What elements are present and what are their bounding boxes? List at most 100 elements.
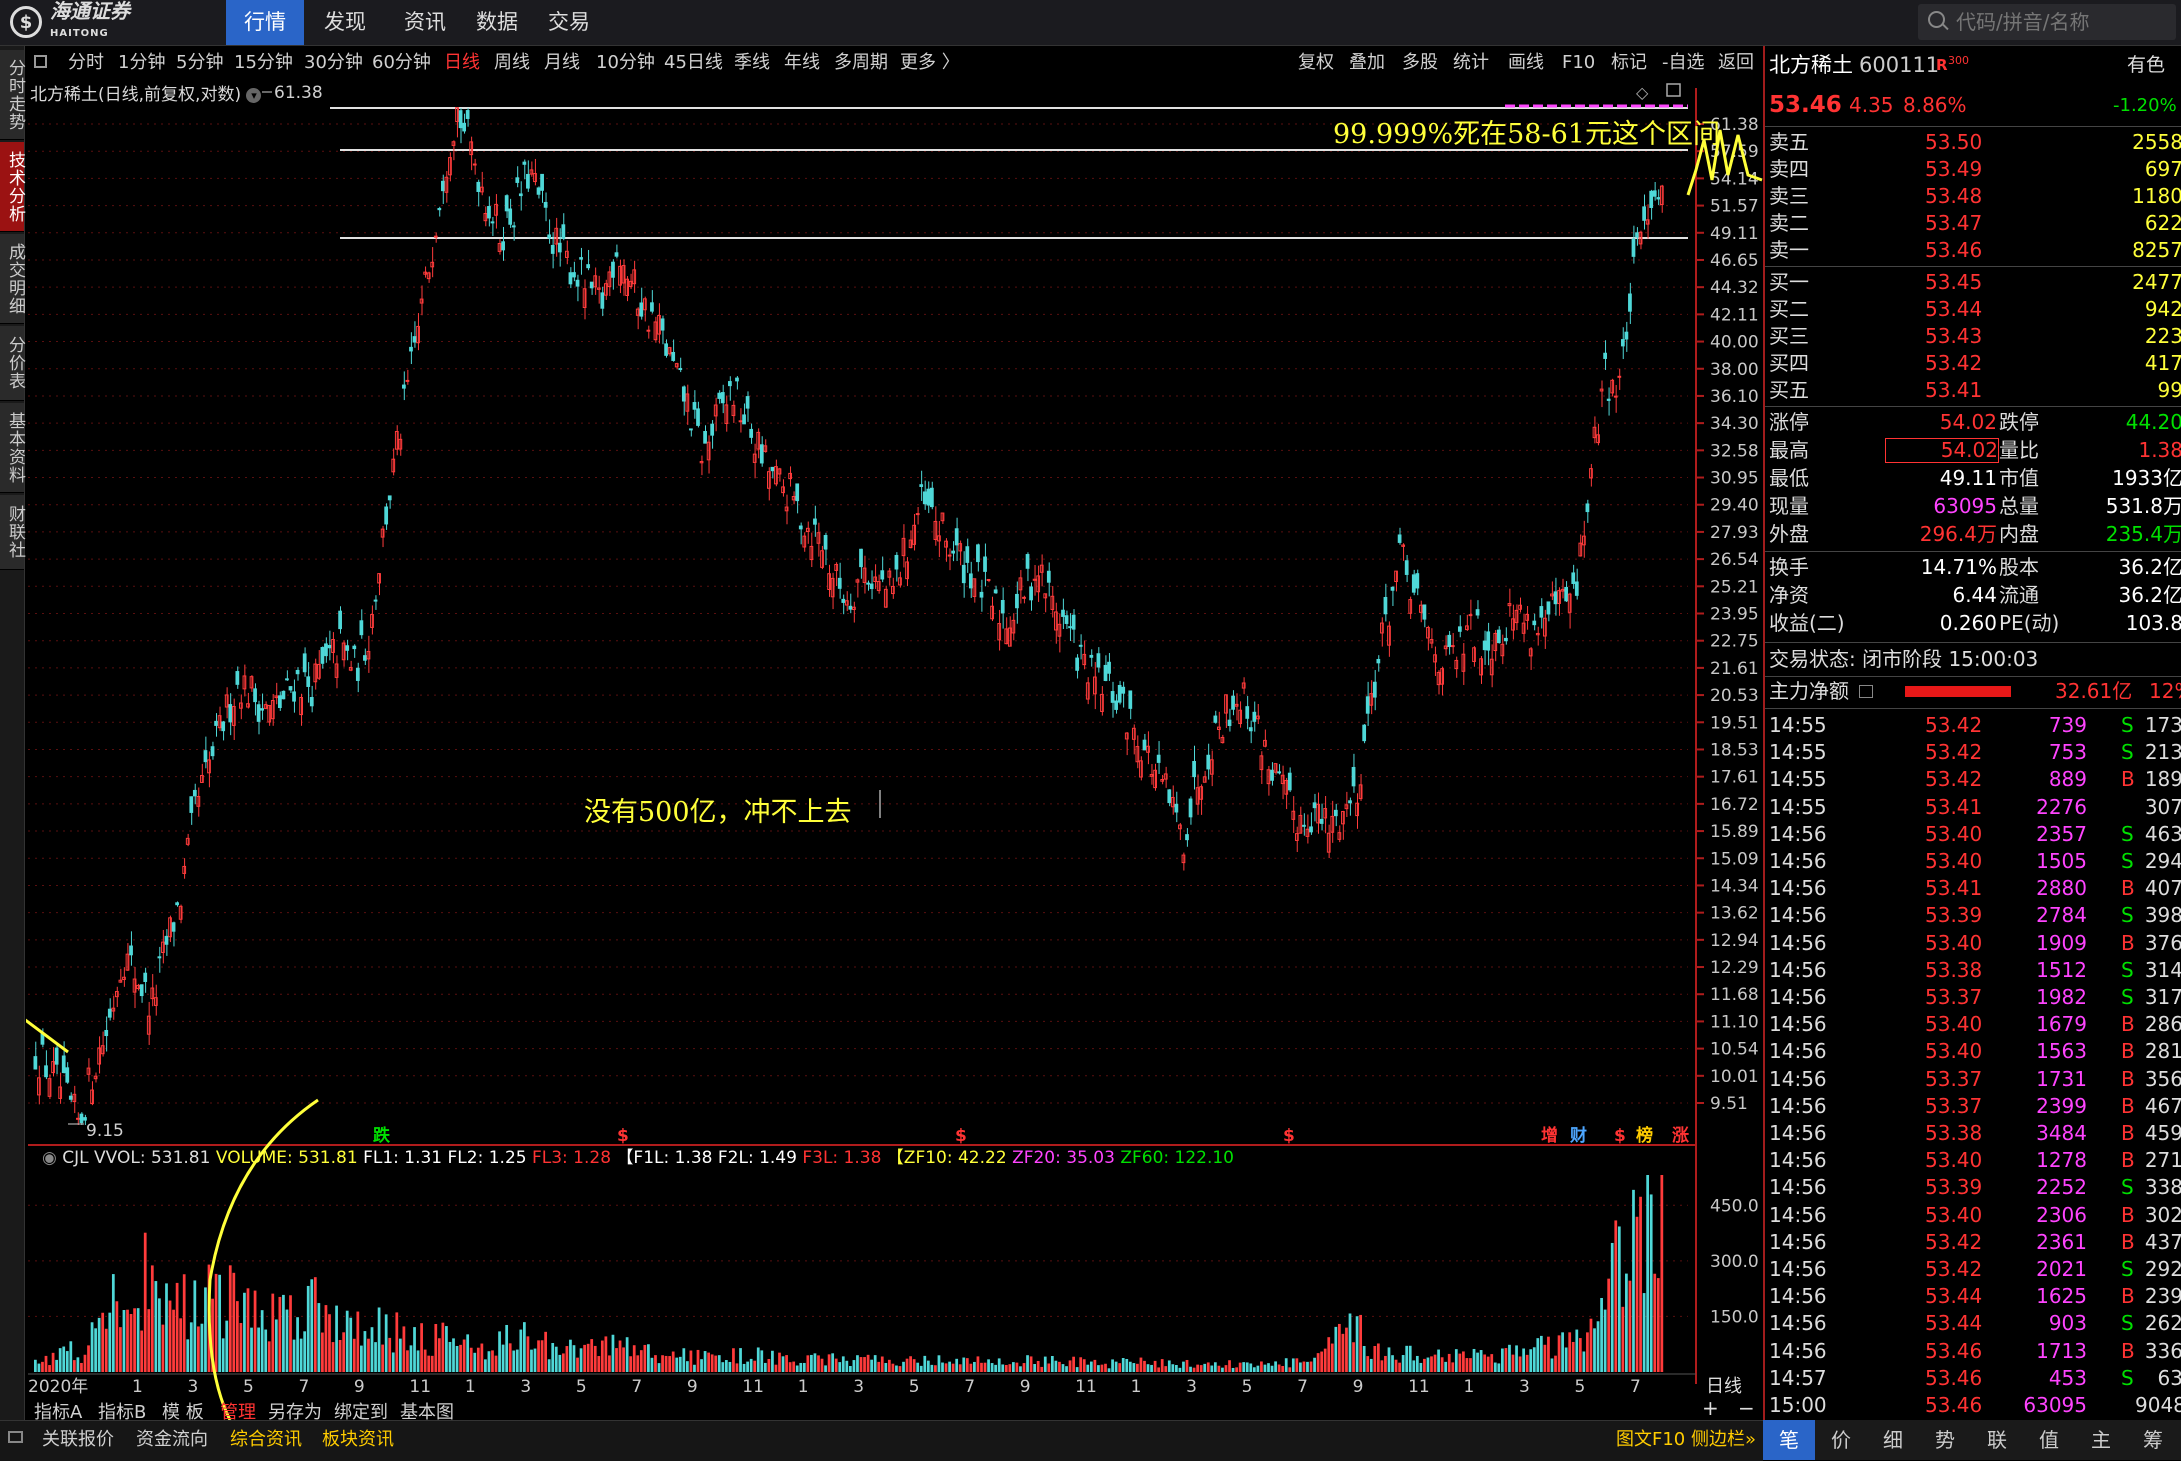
left-tab-4[interactable]: 基本资料 (0, 403, 25, 493)
tick-price: 53.38 (1925, 1121, 1983, 1145)
right-tab-7[interactable]: 筹 (2127, 1420, 2179, 1460)
bottom-tab-3[interactable]: 板块资讯 (322, 1420, 394, 1460)
event-marker-5[interactable]: 财 (1569, 1125, 1587, 1146)
event-marker-6[interactable]: $ (1614, 1126, 1626, 1146)
candle-body (1397, 534, 1402, 543)
kline-chart[interactable]: 61.3857.5954.1451.5749.1146.6544.3242.11… (26, 80, 1763, 1420)
tick-volume: 2784 (2036, 903, 2087, 928)
period-tab-2[interactable]: 5分钟 (176, 46, 223, 80)
nav-item-4[interactable]: 交易 (530, 0, 608, 45)
period-tab-4[interactable]: 30分钟 (304, 46, 363, 80)
right-tab-2[interactable]: 细 (1867, 1420, 1919, 1460)
period-tab-12[interactable]: 年线 (784, 46, 820, 80)
volume-bar (214, 1273, 218, 1372)
left-tab-3[interactable]: 分价表 (0, 326, 25, 401)
diamond-icon[interactable]: ◇ (1636, 83, 1649, 102)
zoom-out-icon[interactable]: − (1738, 1396, 1755, 1420)
bottom-tab-2[interactable]: 综合资讯 (230, 1420, 302, 1460)
volume-bar (459, 1344, 462, 1372)
indicator-tab-6[interactable]: 基本图 (400, 1398, 454, 1428)
bottom-tab-0[interactable]: 关联报价 (42, 1420, 114, 1460)
period-tab-13[interactable]: 多周期 (834, 46, 888, 80)
stock-name[interactable]: 北方稀土 (1769, 52, 1853, 79)
search-box[interactable] (1918, 4, 2176, 40)
candle-body (1574, 581, 1579, 596)
period-tab-6[interactable]: 日线 (444, 46, 480, 80)
period-tab-3[interactable]: 15分钟 (234, 46, 293, 80)
left-tab-0[interactable]: 分时走势 (0, 50, 25, 140)
nav-item-1[interactable]: 发现 (306, 0, 384, 45)
period-tab-9[interactable]: 10分钟 (596, 46, 655, 80)
candle-body (1287, 772, 1292, 791)
period-tab-5[interactable]: 60分钟 (372, 46, 431, 80)
volume-bar (870, 1359, 874, 1372)
volume-bar (126, 1309, 129, 1372)
candle-body (547, 234, 552, 239)
tool-btn-8[interactable]: 返回 (1718, 46, 1754, 80)
right-tab-4[interactable]: 联 (1971, 1420, 2023, 1460)
tick-side: S (2121, 849, 2134, 873)
tool-btn-6[interactable]: 标记 (1611, 46, 1647, 80)
tick-volume: 63095 (2023, 1393, 2087, 1417)
event-marker-4[interactable]: 增 (1541, 1125, 1558, 1146)
tool-btn-4[interactable]: 画线 (1508, 46, 1544, 80)
volume-bar (650, 1357, 654, 1372)
left-tab-2[interactable]: 成交明细 (0, 234, 25, 324)
brand-logo[interactable]: $ 海通证券 HAITONG (10, 1, 210, 40)
right-tab-3[interactable]: 势 (1919, 1420, 1971, 1460)
volume-bar (469, 1347, 473, 1372)
event-marker-1[interactable]: $ (617, 1126, 629, 1146)
tick-price: 53.42 (1925, 1229, 1983, 1254)
candle-body (68, 1095, 73, 1100)
period-tab-7[interactable]: 周线 (494, 46, 530, 80)
tick-time: 14:56 (1769, 849, 1827, 873)
period-tab-11[interactable]: 季线 (734, 46, 770, 80)
event-marker-2[interactable]: $ (955, 1126, 967, 1146)
left-tab-1[interactable]: 技术分析 (0, 142, 25, 232)
right-tab-5[interactable]: 值 (2023, 1420, 2075, 1460)
time-axis-right[interactable]: 日线 (1706, 1376, 1742, 1397)
tool-btn-0[interactable]: 复权 (1298, 46, 1334, 80)
volume-collapse-icon[interactable]: ◉ (42, 1148, 62, 1168)
zoom-in-icon[interactable]: + (1702, 1396, 1719, 1420)
event-marker-8[interactable]: 涨 (1672, 1126, 1689, 1146)
volume-bar (1589, 1318, 1593, 1372)
period-tab-1[interactable]: 1分钟 (118, 46, 165, 80)
event-marker-3[interactable]: $ (1283, 1126, 1295, 1146)
tool-btn-7[interactable]: -自选 (1662, 46, 1705, 80)
flow-chart-icon[interactable] (1859, 685, 1873, 698)
right-tab-6[interactable]: 主 (2075, 1420, 2127, 1460)
left-tab-5[interactable]: 财联社 (0, 495, 25, 570)
volume-stat-1: VVOL: 531.81 (94, 1148, 216, 1168)
nav-item-3[interactable]: 数据 (458, 0, 536, 45)
nav-item-2[interactable]: 资讯 (386, 0, 464, 45)
period-tab-14[interactable]: 更多 〉 (900, 46, 960, 80)
volume-bar (448, 1341, 452, 1372)
volume-bar (76, 1357, 80, 1372)
event-marker-7[interactable]: 榜 (1636, 1125, 1653, 1146)
volume-bar (1458, 1353, 1462, 1372)
tick-count: 459 (2144, 1121, 2181, 1145)
layout-toggle-icon[interactable] (8, 1431, 23, 1443)
tool-btn-5[interactable]: F10 (1562, 46, 1595, 80)
volume-bar (625, 1337, 629, 1372)
search-input[interactable] (1954, 8, 2168, 36)
period-tab-8[interactable]: 月线 (544, 46, 580, 80)
volume-bar (1384, 1355, 1387, 1372)
tool-btn-1[interactable]: 叠加 (1349, 46, 1385, 80)
period-tab-10[interactable]: 45日线 (664, 46, 723, 80)
period-tab-0[interactable]: 分时 (68, 46, 104, 80)
right-tab-1[interactable]: 价 (1815, 1420, 1867, 1460)
volume-bar (1068, 1360, 1072, 1372)
right-tab-0[interactable]: 笔 (1763, 1420, 1815, 1460)
tool-btn-2[interactable]: 多股 (1402, 46, 1438, 80)
nav-item-0[interactable]: 行情 (226, 0, 304, 45)
bottom-tab-1[interactable]: 资金流向 (136, 1420, 208, 1460)
sector-name[interactable]: 有色 (2127, 52, 2165, 79)
price-tick-6: 44.32 (1710, 278, 1759, 298)
tool-btn-3[interactable]: 统计 (1453, 46, 1489, 80)
event-marker-0[interactable]: 跌 (373, 1126, 391, 1146)
f10-sidebar-link[interactable]: 图文F10 侧边栏» (1616, 1420, 1756, 1460)
window-icon[interactable] (1666, 83, 1681, 97)
toggle-panel-icon[interactable] (34, 55, 47, 68)
